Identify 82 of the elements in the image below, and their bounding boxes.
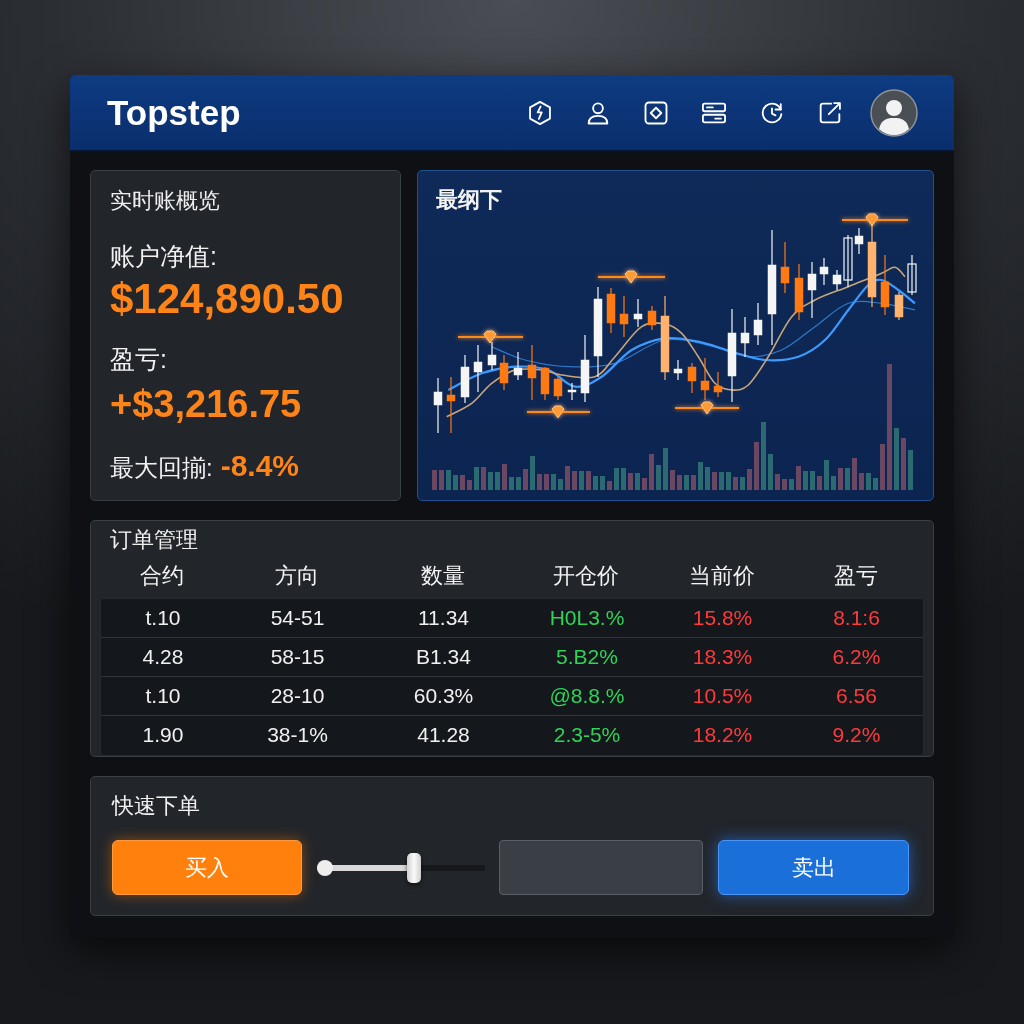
candlestick (894, 291, 904, 321)
buy-button[interactable]: 买入 (112, 840, 302, 895)
candlestick (907, 254, 917, 296)
candlestick (780, 241, 790, 294)
column-header: 开仓价 (552, 562, 620, 590)
column-header: 合约 (139, 562, 185, 590)
table-cell-text: 54-51 (269, 605, 326, 631)
candlestick (687, 362, 697, 394)
candlestick (700, 357, 710, 401)
amount-field[interactable] (499, 840, 703, 895)
table-cell-text: t.10 (144, 683, 182, 709)
table-cell-text: 28-10 (269, 683, 326, 709)
panel-title: 订单管理 (110, 526, 199, 554)
table-cell-text: 58-15 (269, 644, 326, 670)
candlestick (487, 341, 497, 371)
price-marker (597, 270, 666, 284)
table-cell-text: t.10 (144, 605, 182, 631)
table-cell-text: 6.2% (831, 644, 882, 670)
table-cell-text: 4.28 (141, 644, 185, 670)
chart-title: 最纲下 (435, 186, 503, 212)
candlestick (513, 351, 523, 381)
price-marker (457, 330, 524, 344)
table-cell-text: 5.B2% (555, 644, 619, 670)
price-marker (674, 401, 740, 415)
candlestick (807, 261, 817, 319)
table-cell-text: 8.1:6 (832, 605, 881, 631)
candlestick (433, 377, 443, 434)
pnl-value: +$3,216.75 (110, 383, 303, 425)
candlestick (473, 344, 483, 393)
candlestick (446, 376, 456, 434)
avatar-icon[interactable] (870, 88, 918, 137)
drawdown-value: -8.4% (220, 448, 300, 484)
candlestick (527, 344, 537, 401)
table-cell-text: 38-1% (266, 722, 329, 748)
hexagon-icon[interactable] (526, 98, 554, 127)
equity-label: 账户净值: (110, 241, 218, 272)
candlestick (567, 382, 577, 401)
candlestick (880, 254, 890, 316)
table-cell-text: 60.3% (412, 683, 475, 709)
table-cell-text: 2.3-5% (552, 722, 622, 748)
candlestick (553, 376, 563, 401)
equity-value: $124,890.50 (110, 275, 345, 323)
table-cell-text: 6.56 (835, 683, 878, 709)
card-title: 实时账概览 (110, 187, 221, 215)
candlestick (753, 302, 763, 346)
candlestick (633, 298, 643, 328)
price-marker (841, 213, 909, 227)
candlestick (499, 354, 509, 391)
price-marker (526, 405, 591, 419)
panel-title: 快速下单 (112, 792, 201, 820)
candlestick (540, 366, 550, 401)
slider-thumb[interactable] (407, 852, 422, 883)
candlestick (580, 334, 590, 403)
candlestick (740, 316, 750, 358)
app-logo: Topstep (107, 95, 241, 130)
column-header: 方向 (273, 562, 320, 590)
candlestick (619, 295, 629, 338)
drawdown-label: 最大回揃: (110, 453, 213, 483)
table-cell-text: 11.34 (417, 605, 470, 631)
table-cell-text: @8.8.% (548, 683, 626, 709)
table-cell-text: 1.90 (141, 722, 185, 748)
table-cell-text: B1.34 (415, 644, 472, 670)
pnl-label: 盈亏: (110, 344, 168, 375)
candlestick (673, 359, 683, 381)
column-header: 盈亏 (832, 562, 879, 590)
candlestick (794, 263, 804, 321)
candlestick (606, 287, 616, 334)
column-header: 当前价 (687, 562, 756, 590)
candlestick (713, 371, 723, 398)
table-cell-text: H0L3.% (548, 605, 626, 631)
table-cell-text: 9.2% (831, 722, 882, 748)
table-cell-text: 10.5% (691, 683, 754, 709)
candlestick (647, 305, 657, 331)
candlestick (819, 257, 829, 286)
column-header: 数量 (419, 562, 466, 590)
table-cell-text: 18.2% (691, 722, 754, 748)
table-cell-text: 18.3% (691, 644, 754, 670)
candlestick (460, 354, 470, 404)
slider-dot-icon (317, 859, 333, 876)
table-cell-text: 41.28 (416, 722, 471, 748)
table-cell-text: 15.8% (691, 605, 754, 631)
sell-button[interactable]: 卖出 (718, 840, 909, 895)
